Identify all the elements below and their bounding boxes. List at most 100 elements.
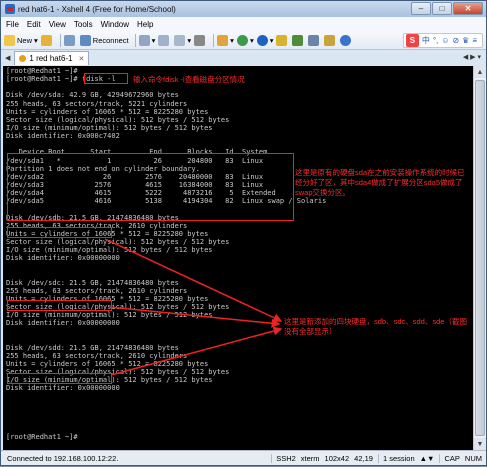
terminal-line: 255 heads, 63 sectors/track, 2610 cylind…	[6, 286, 188, 295]
compose-icon	[292, 34, 304, 46]
toolbar-separator	[213, 33, 215, 47]
status-right: SSH2 xterm 102x42 42,19 1 session ▲▼ CAP…	[266, 453, 482, 463]
partition-annotation: 这里是原有的硬盘sda在之前安装操作系统的时候已经分好了区，其中sda4做成了扩…	[295, 168, 465, 197]
menu-window[interactable]: Window	[101, 20, 129, 29]
color-scheme-icon	[256, 34, 268, 46]
new-dropdown-icon[interactable]: ▾	[34, 36, 38, 45]
terminal-scrollbar[interactable]: ▲ ▼	[473, 66, 486, 450]
sdc-highlight-box	[7, 300, 112, 311]
new-session-button[interactable]: New ▾	[4, 33, 38, 47]
ime-tools-icon[interactable]: ⊘	[452, 36, 459, 45]
terminal-line: I/O size (minimum/optimal): 512 bytes / …	[6, 123, 213, 132]
color-scheme-button[interactable]: ▾	[256, 33, 273, 47]
print-button[interactable]	[194, 33, 207, 47]
terminal-line: I/O size (minimum/optimal): 512 bytes / …	[6, 246, 213, 255]
partition-table-highlight-box	[7, 153, 294, 221]
find-button[interactable]: ▾	[174, 33, 191, 47]
terminal-line: Disk /dev/sdd: 21.5 GB, 21474836480 byte…	[6, 343, 179, 352]
ime-menu-icon[interactable]: ≡	[472, 36, 477, 45]
lock-button[interactable]	[324, 33, 337, 47]
title-bar: red hat6-1 - Xshell 4 (Free for Home/Sch…	[1, 1, 486, 17]
window-controls: – □ ✕	[411, 2, 483, 15]
copy-icon	[158, 34, 170, 46]
globe-button[interactable]: ▾	[236, 33, 254, 47]
menu-file[interactable]: File	[6, 20, 19, 29]
session-tab-bar: ◀ 1 red hat6-1 ✕ ◀ ▶ ▾	[1, 50, 486, 66]
find-icon	[174, 34, 186, 46]
maximize-button[interactable]: □	[432, 2, 452, 15]
terminal-line: Disk /dev/sda: 42.9 GB, 42949672960 byte…	[6, 91, 179, 100]
globe-icon	[236, 34, 248, 46]
minimize-button[interactable]: –	[411, 2, 431, 15]
ime-punctuation-icon[interactable]: °,	[433, 36, 438, 45]
menu-view[interactable]: View	[49, 20, 66, 29]
fullscreen-button[interactable]	[308, 33, 321, 47]
fullscreen-icon	[308, 34, 320, 46]
key-button[interactable]	[276, 33, 289, 47]
lock-icon	[324, 34, 336, 46]
ime-mode-chinese[interactable]: 中	[422, 35, 430, 46]
transfer-icon	[217, 34, 229, 46]
status-sessions-arrows-icon[interactable]: ▲▼	[420, 454, 435, 463]
tab-scroll-left-icon[interactable]: ◀	[5, 54, 10, 62]
key-icon	[276, 34, 288, 46]
scroll-down-icon[interactable]: ▼	[474, 438, 486, 450]
terminal-line: [root@Redhat1 ~]#	[6, 433, 78, 442]
toolbar: New ▾ Reconnect ▾ ▾ ▾ ▾ ▾ S 中 °, ☺ ⊘ ♛ ≡	[1, 31, 486, 50]
tab-red-hat6-1[interactable]: 1 red hat6-1 ✕	[14, 51, 90, 65]
reconnect-button[interactable]: Reconnect	[79, 33, 129, 47]
menu-bar: File Edit View Tools Window Help	[1, 17, 486, 31]
toolbar-separator	[59, 33, 61, 47]
terminal-line: Units = cylinders of 16065 * 512 = 82252…	[6, 107, 209, 116]
copy-button[interactable]	[158, 33, 171, 47]
ime-toolbar: S 中 °, ☺ ⊘ ♛ ≡	[402, 33, 483, 48]
tab-label: 1 red hat6-1	[29, 54, 73, 63]
ime-skin-icon[interactable]: ♛	[462, 36, 469, 45]
menu-tools[interactable]: Tools	[74, 20, 93, 29]
terminal-line: Disk identifier: 0x00000000	[6, 254, 120, 263]
reconnect-icon	[79, 34, 91, 46]
status-size: 102x42	[324, 453, 350, 463]
ime-emoji-icon[interactable]: ☺	[441, 36, 449, 45]
xshell-app-icon	[5, 4, 15, 14]
menu-edit[interactable]: Edit	[27, 20, 41, 29]
new-disks-annotation: 这里是新添加的四块硬盘，sdb、sdc、sdd、sde（截图没有全部显示）	[284, 317, 467, 336]
scroll-up-icon[interactable]: ▲	[474, 66, 486, 78]
properties-button[interactable]: ▾	[138, 33, 155, 47]
status-caps: CAP	[439, 453, 460, 463]
terminal-line: Disk identifier: 0x00000000	[6, 384, 120, 393]
terminal-line: 255 heads, 63 sectors/track, 2610 cylind…	[6, 351, 188, 360]
tab-close-icon[interactable]: ✕	[79, 55, 85, 63]
close-button[interactable]: ✕	[453, 2, 483, 15]
terminal-output[interactable]: [root@Redhat1 ~]# [root@Redhat1 ~]# fdisk…	[3, 66, 473, 450]
terminal-line: Sector size (logical/physical): 512 byte…	[6, 115, 230, 124]
status-protocol: SSH2	[271, 453, 296, 463]
terminal-line: Disk identifier: 0x000c7402	[6, 132, 120, 141]
help-button[interactable]	[340, 33, 353, 47]
transfer-button[interactable]: ▾	[217, 33, 234, 47]
terminal-line: [root@Redhat1 ~]#	[6, 67, 78, 75]
properties-icon	[138, 34, 150, 46]
terminal-line: 255 heads, 63 sectors/track, 5221 cylind…	[6, 99, 188, 108]
connection-status: Connected to 192.168.100.12:22.	[7, 453, 119, 463]
toolbar-separator	[134, 33, 136, 47]
session-status-icon	[19, 55, 27, 62]
disconnect-button[interactable]	[63, 33, 77, 47]
help-icon	[340, 34, 352, 46]
terminal-line: Disk /dev/sdc: 21.5 GB, 21474836480 byte…	[6, 278, 179, 287]
terminal-line: Sector size (logical/physical): 512 byte…	[6, 237, 230, 246]
scroll-thumb[interactable]	[475, 80, 485, 436]
compose-button[interactable]	[292, 33, 305, 47]
tab-nav-arrows-icon[interactable]: ◀ ▶ ▾	[463, 53, 481, 61]
open-folder-button[interactable]	[40, 33, 54, 47]
menu-help[interactable]: Help	[137, 20, 153, 29]
status-cursor: 42,19	[354, 453, 373, 463]
status-bar: Connected to 192.168.100.12:22. SSH2 xte…	[1, 450, 486, 465]
